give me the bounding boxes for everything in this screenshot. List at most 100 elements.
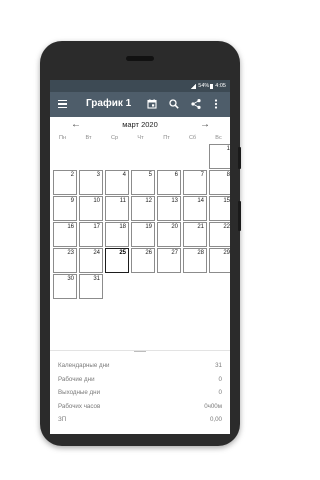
calendar-day[interactable]: 6 xyxy=(157,170,181,195)
battery-icon xyxy=(210,83,214,89)
calendar-day[interactable]: 1 xyxy=(209,144,230,169)
calendar-day[interactable]: 23 xyxy=(53,248,77,273)
day-number: 31 xyxy=(93,276,100,282)
calendar-day[interactable]: 18 xyxy=(105,222,129,247)
day-number: 27 xyxy=(171,250,178,256)
search-icon[interactable] xyxy=(168,98,180,110)
summary-label: Выходные дни xyxy=(58,389,101,396)
day-number: 7 xyxy=(200,172,204,178)
phone-frame: 54% 4:05 График 1 ← март 2020 → Пн Вт Ср… xyxy=(40,41,241,446)
calendar-day[interactable]: 17 xyxy=(79,222,103,247)
calendar-day[interactable]: 2 xyxy=(53,170,77,195)
weekday-label: Ср xyxy=(110,135,119,141)
summary-value: 0ч00м xyxy=(204,402,222,410)
calendar-day[interactable]: 11 xyxy=(105,196,129,221)
chevron-right-icon[interactable]: → xyxy=(200,119,210,130)
summary-row: Рабочие дни 0 xyxy=(50,373,230,387)
calendar-day[interactable]: 29 xyxy=(209,248,230,273)
weekday-label: Пт xyxy=(163,135,170,141)
day-number: 8 xyxy=(226,172,230,178)
weekday-label: Сб xyxy=(188,135,197,141)
day-number: 9 xyxy=(70,198,74,204)
day-number: 28 xyxy=(197,250,204,256)
app-title: График 1 xyxy=(86,98,132,109)
day-number: 3 xyxy=(96,172,100,178)
summary-label: Рабочие дни xyxy=(58,375,95,383)
status-time: 4:05 xyxy=(215,83,226,89)
summary-row: ЗП 0,00 xyxy=(50,413,230,427)
volume-button xyxy=(238,147,241,169)
day-number: 2 xyxy=(70,172,74,178)
day-number: 18 xyxy=(119,224,126,230)
calendar-day[interactable]: 4 xyxy=(105,170,129,195)
day-number: 20 xyxy=(171,224,178,230)
weekday-label: Чт xyxy=(137,135,144,141)
menu-icon[interactable] xyxy=(58,100,67,108)
calendar-day[interactable]: 27 xyxy=(157,248,181,273)
calendar-day[interactable]: 31 xyxy=(79,274,103,299)
summary-value: 0,00 xyxy=(209,416,222,423)
calendar-day[interactable]: 19 xyxy=(131,222,155,247)
calendar-day[interactable]: 12 xyxy=(131,196,155,221)
summary-row: Календарные дни 31 xyxy=(50,359,230,373)
summary-value: 0 xyxy=(218,375,222,383)
summary-label: Календарные дни xyxy=(58,362,110,369)
more-vert-icon[interactable] xyxy=(210,98,222,110)
calendar-day[interactable]: 16 xyxy=(53,222,77,247)
day-number: 21 xyxy=(197,224,204,230)
calendar-day[interactable]: 8 xyxy=(209,170,230,195)
summary-label: Рабочих часов xyxy=(58,402,101,410)
weekday-label: Вт xyxy=(85,135,92,141)
calendar-day[interactable]: 24 xyxy=(79,248,103,273)
calendar-day[interactable]: 7 xyxy=(183,170,207,195)
calendar-day[interactable]: 14 xyxy=(183,196,207,221)
calendar-day-today[interactable]: 25 xyxy=(105,248,129,273)
day-number: 11 xyxy=(119,198,126,204)
status-bar: 54% 4:05 xyxy=(50,80,230,92)
day-number: 5 xyxy=(148,172,152,178)
summary-row: Рабочих часов 0ч00м xyxy=(50,400,230,414)
day-number: 17 xyxy=(93,224,100,230)
calendar: ← март 2020 → Пн Вт Ср Чт Пт Сб Вс xyxy=(50,117,230,144)
month-navigation: ← март 2020 → xyxy=(50,117,230,134)
summary-value: 0 xyxy=(218,389,222,396)
calendar-day[interactable]: 21 xyxy=(183,222,207,247)
calendar-grid: 1 2 3 4 5 6 7 8 9 10 11 12 13 14 15 16 17 18 19 20 21 22 23 24 2… xyxy=(50,144,230,324)
calendar-day[interactable]: 30 xyxy=(53,274,77,299)
day-number: 1 xyxy=(226,146,230,152)
day-number: 16 xyxy=(67,224,74,230)
day-number: 23 xyxy=(67,250,74,256)
calendar-day[interactable]: 20 xyxy=(157,222,181,247)
speaker-grille xyxy=(126,56,154,61)
day-number: 15 xyxy=(223,198,230,204)
calendar-day[interactable]: 13 xyxy=(157,196,181,221)
day-number: 6 xyxy=(174,172,178,178)
summary-panel: Календарные дни 31 Рабочие дни 0 Выходные дн… xyxy=(50,359,230,427)
weekday-label: Вс xyxy=(215,135,222,141)
day-number: 30 xyxy=(67,276,74,282)
calendar-day[interactable]: 5 xyxy=(131,170,155,195)
calendar-day[interactable]: 15 xyxy=(209,196,230,221)
summary-row: Выходные дни 0 xyxy=(50,386,230,400)
summary-label: ЗП xyxy=(58,416,67,423)
calendar-day[interactable]: 10 xyxy=(79,196,103,221)
weekday-header: Пн Вт Ср Чт Пт Сб Вс xyxy=(50,134,230,144)
signal-icon xyxy=(191,83,197,89)
day-number: 13 xyxy=(171,198,178,204)
calendar-day[interactable]: 22 xyxy=(209,222,230,247)
drag-handle[interactable] xyxy=(134,351,146,353)
power-button xyxy=(238,201,241,231)
calendar-day[interactable]: 28 xyxy=(183,248,207,273)
day-number: 19 xyxy=(145,224,152,230)
share-icon[interactable] xyxy=(190,98,202,110)
day-number: 29 xyxy=(223,250,230,256)
day-number: 25 xyxy=(119,250,126,256)
app-bar: График 1 xyxy=(50,92,230,117)
calendar-day[interactable]: 3 xyxy=(79,170,103,195)
screen: 54% 4:05 График 1 ← март 2020 → Пн Вт Ср… xyxy=(50,80,230,434)
calendar-today-icon[interactable] xyxy=(146,98,158,110)
calendar-day[interactable]: 9 xyxy=(53,196,77,221)
weekday-label: Пн xyxy=(59,135,66,141)
calendar-day[interactable]: 26 xyxy=(131,248,155,273)
day-number: 10 xyxy=(93,198,100,204)
